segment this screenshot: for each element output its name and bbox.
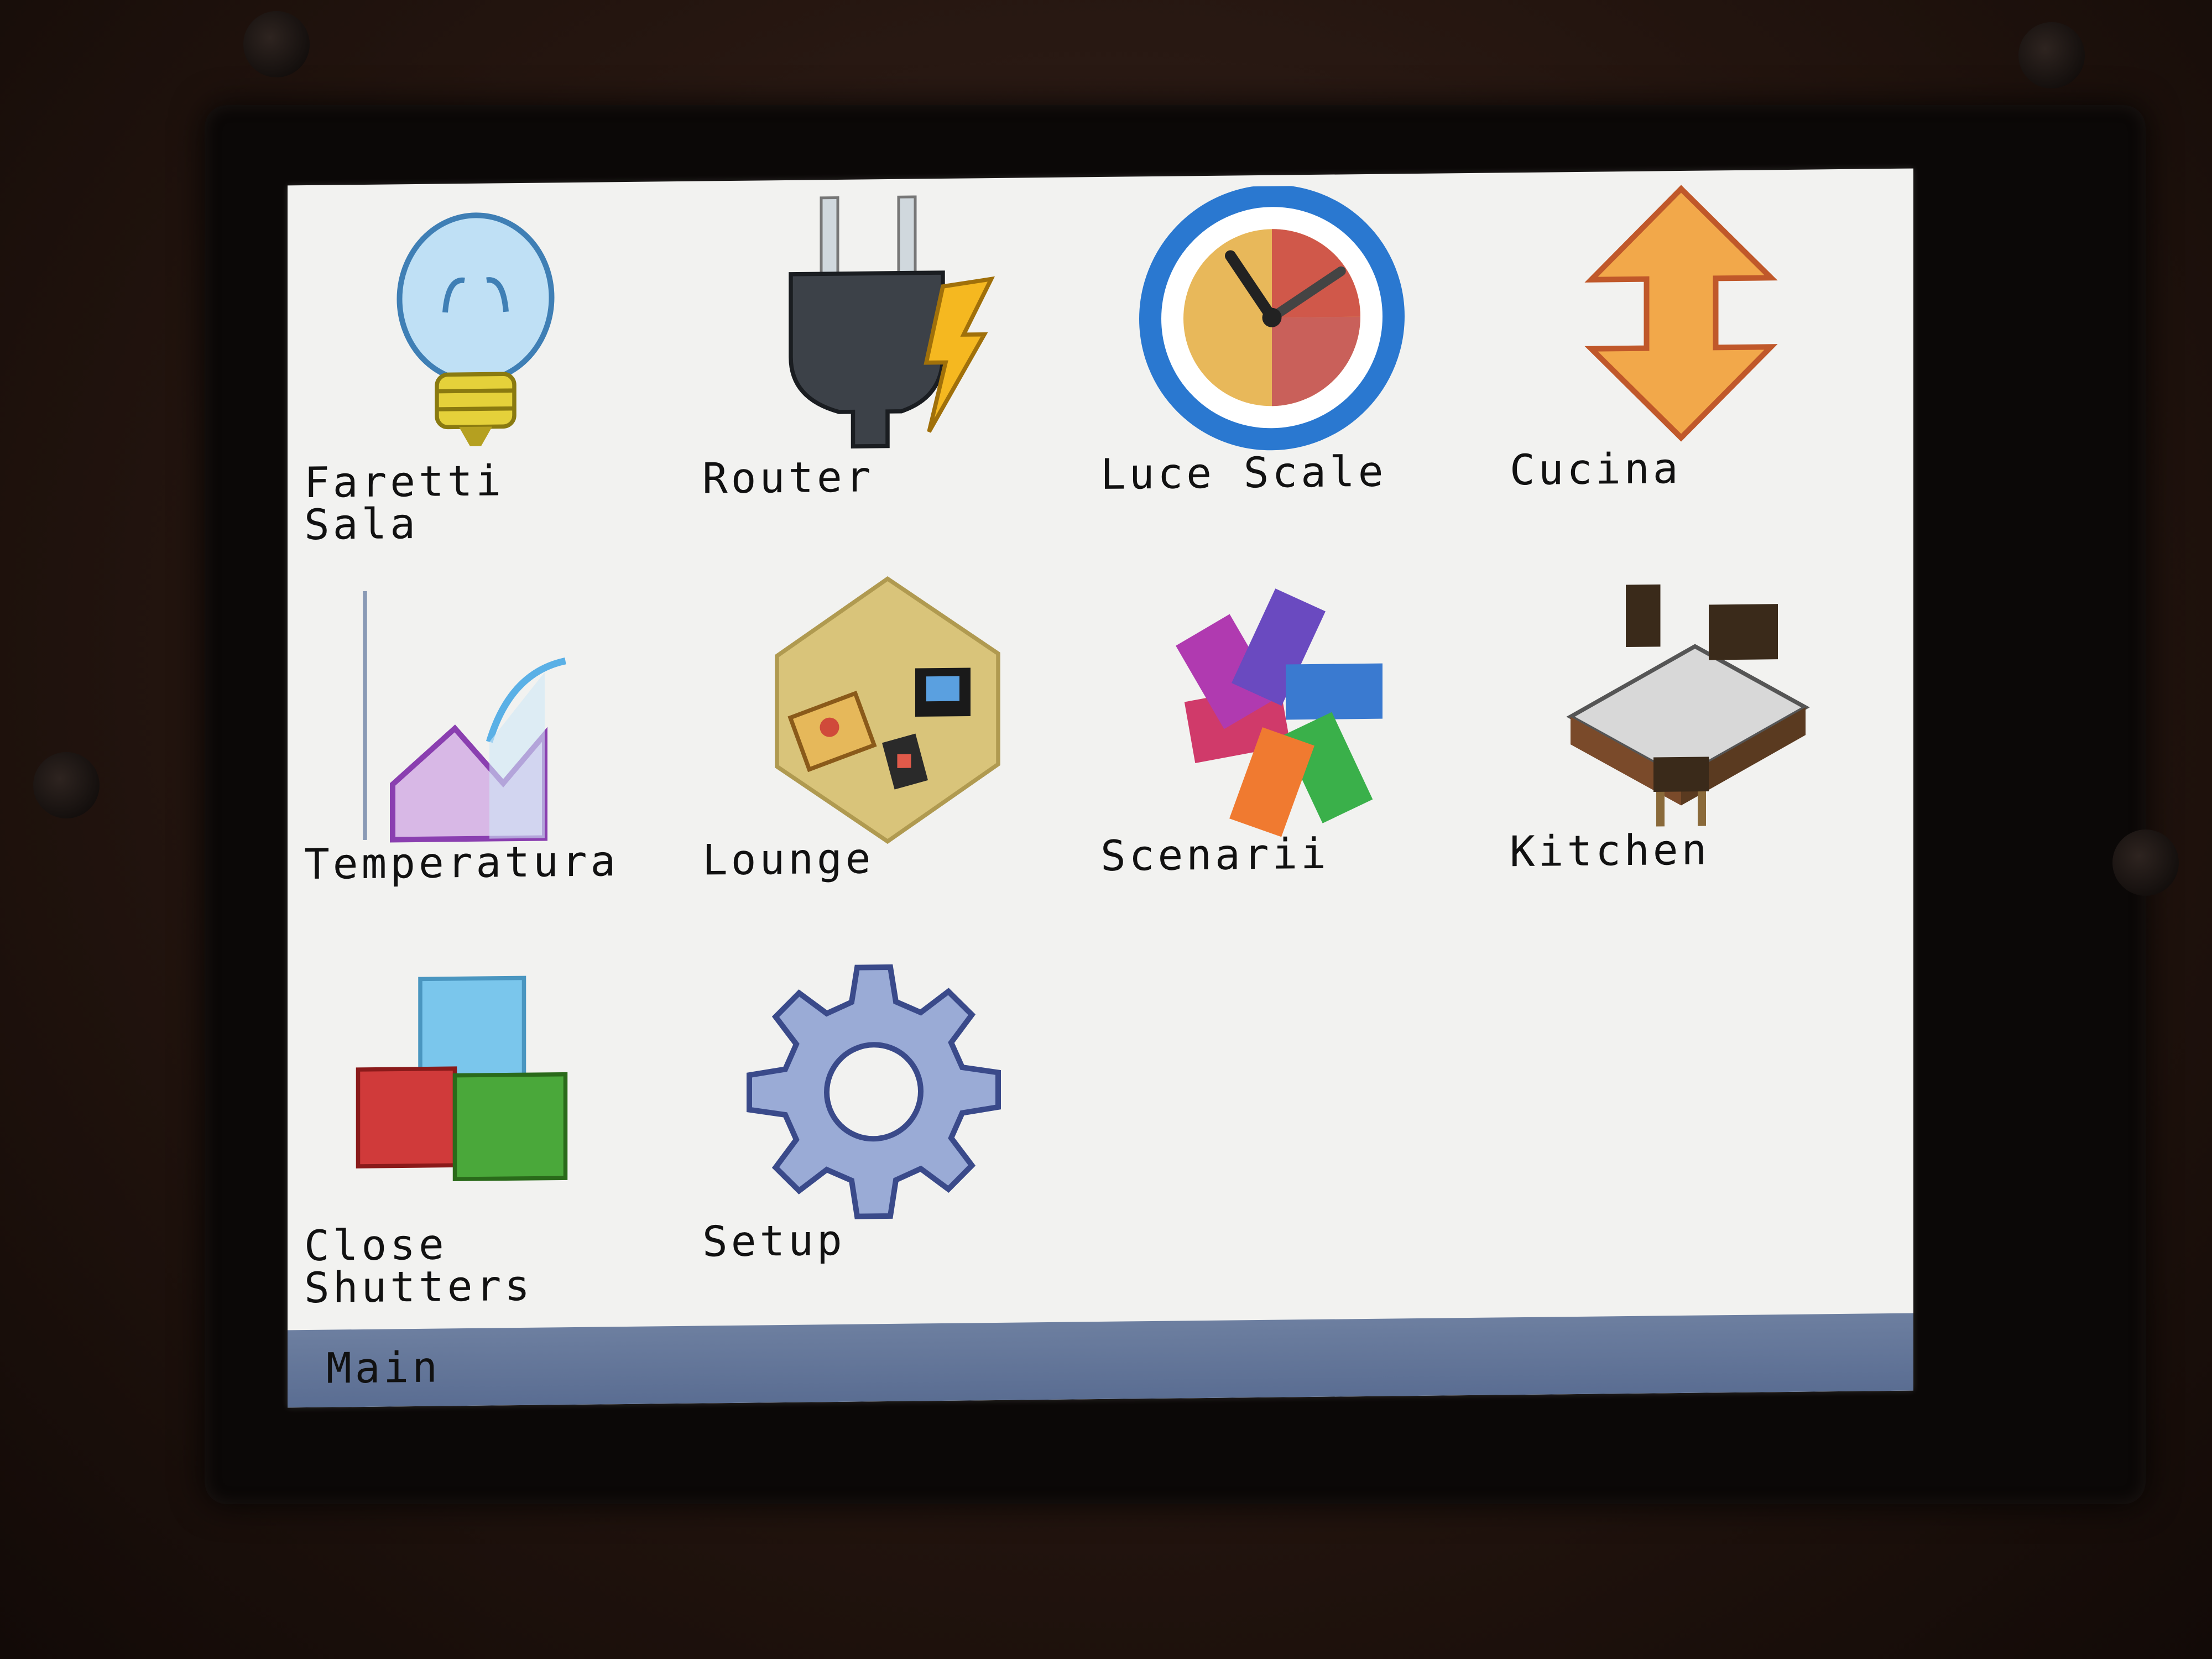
menu-item-scenarii[interactable]: Scenarii: [1084, 555, 1493, 924]
menu-item-label: Scenarii: [1100, 828, 1330, 880]
menu-item-router[interactable]: Router: [686, 177, 1095, 546]
kitchen-layout-icon: [1526, 562, 1836, 842]
color-swatches-icon: [1117, 566, 1427, 846]
screen-title: Main: [326, 1342, 441, 1393]
menu-item-kitchen[interactable]: Kitchen: [1493, 550, 1902, 920]
menu-item-faretti-sala[interactable]: Faretti Sala: [288, 181, 697, 551]
gear-icon: [719, 952, 1029, 1232]
lounge-room-icon: [719, 570, 1029, 850]
menu-item-lounge[interactable]: Lounge: [686, 559, 1095, 928]
menu-item-setup[interactable]: Setup: [686, 940, 1095, 1310]
menu-item-label: Cucina: [1510, 443, 1682, 495]
menu-item-label: Faretti Sala: [304, 456, 505, 550]
menu-item-label: Kitchen: [1510, 825, 1710, 877]
menu-item-label: Router: [702, 452, 874, 503]
up-down-arrow-icon: [1526, 180, 1836, 460]
menu-item-label: Lounge: [702, 833, 874, 885]
menu-item-label: Luce Scale: [1100, 446, 1387, 499]
menu-grid: Faretti Sala Router Luce Scale Cucina Te…: [288, 169, 1913, 1314]
screw: [33, 752, 100, 818]
menu-item-luce-scale[interactable]: Luce Scale: [1084, 173, 1493, 542]
menu-item-label: Setup: [702, 1215, 846, 1266]
clock-icon: [1117, 185, 1427, 465]
line-graph-icon: [321, 575, 630, 854]
menu-item-close-shutters[interactable]: Close Shutters: [288, 945, 697, 1314]
menu-item-temperatura[interactable]: Temperatura: [288, 563, 697, 932]
screw: [243, 11, 310, 77]
cubes-icon: [321, 956, 630, 1236]
menu-item-cucina[interactable]: Cucina: [1493, 169, 1902, 538]
touch-screen: Faretti Sala Router Luce Scale Cucina Te…: [288, 168, 1913, 1408]
screw: [2112, 830, 2179, 896]
light-bulb-icon: [321, 193, 630, 473]
screw: [2018, 22, 2085, 88]
power-plug-icon: [719, 189, 1029, 468]
menu-item-label: Temperatura: [304, 836, 619, 889]
menu-item-label: Close Shutters: [304, 1219, 534, 1313]
